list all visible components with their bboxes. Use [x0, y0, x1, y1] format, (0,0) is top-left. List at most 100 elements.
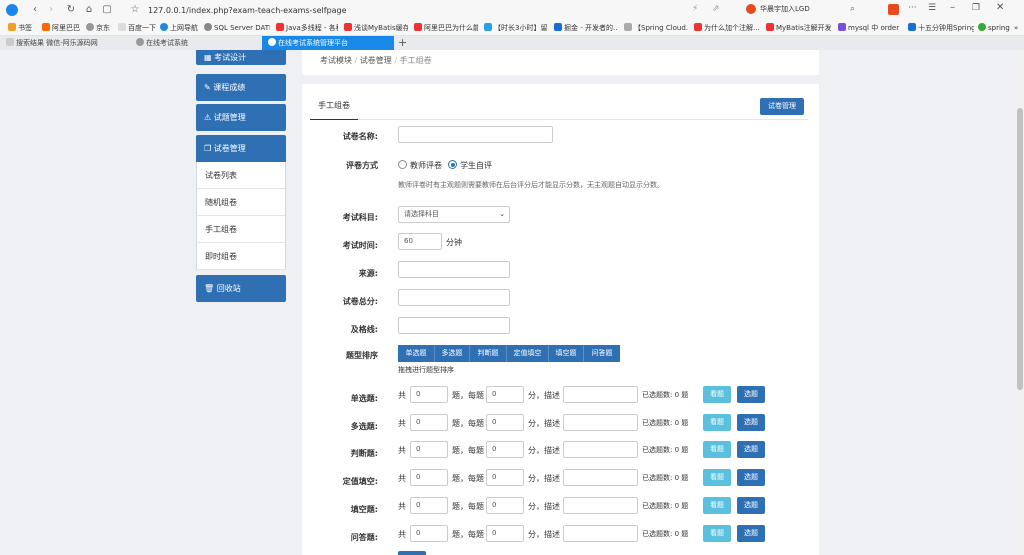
- pick-questions-button[interactable]: 选题: [737, 441, 765, 458]
- tab-exam-system[interactable]: 在线考试系统: [130, 36, 262, 50]
- sidebar-item-paper-manage[interactable]: ❐ 试卷管理: [196, 135, 286, 162]
- more-bookmarks-icon[interactable]: »: [1014, 21, 1018, 35]
- sidebar-item-recycle[interactable]: 🗑 回收站: [196, 275, 286, 302]
- question-score-input[interactable]: 0: [486, 497, 524, 514]
- close-icon[interactable]: ✕: [996, 2, 1004, 13]
- profile-name[interactable]: 华晨宇加入LGD: [760, 4, 810, 15]
- bookmark-item[interactable]: 十五分钟用Spring...: [908, 21, 974, 35]
- sidebar-item-course-score[interactable]: ✎ 课程成绩: [196, 74, 286, 101]
- description-input[interactable]: [563, 525, 638, 542]
- bookmark-item[interactable]: 百度一下: [118, 21, 156, 35]
- bookmark-item[interactable]: 【时长3小时】留下...: [484, 21, 548, 35]
- exam-time-input[interactable]: 60: [398, 233, 442, 250]
- sidebar-subitem-random-paper[interactable]: 随机组卷: [196, 189, 286, 216]
- star-icon[interactable]: ☆: [128, 3, 142, 17]
- subject-select[interactable]: 请选择科目 ⌄: [398, 206, 510, 223]
- radio-student-grading[interactable]: 学生自评: [448, 160, 492, 171]
- menu-icon[interactable]: ☰: [928, 3, 936, 13]
- bookmark-item[interactable]: mysql 中 order by...: [838, 21, 902, 35]
- question-count-input[interactable]: 0: [410, 441, 448, 458]
- tab-exam-admin[interactable]: 在线考试系统管理平台: [262, 36, 394, 50]
- more-icon[interactable]: ···: [908, 3, 917, 13]
- pick-questions-button[interactable]: 选题: [737, 414, 765, 431]
- question-count-input[interactable]: 0: [410, 414, 448, 431]
- bookmark-item[interactable]: MyBatis注解开发...: [766, 21, 832, 35]
- scrollbar-thumb[interactable]: [1017, 108, 1023, 390]
- view-questions-button[interactable]: 看题: [703, 386, 731, 403]
- search-icon[interactable]: ⌕: [850, 4, 855, 14]
- sidebar-item-question-manage[interactable]: ⚠ 试题管理: [196, 104, 286, 131]
- sortable-type-fixed-fill[interactable]: 定值填空: [507, 345, 549, 362]
- sortable-type-judge[interactable]: 判断题: [470, 345, 507, 362]
- bookmark-item[interactable]: Java多线程 - 各种...: [276, 21, 338, 35]
- selected-count-text: 已选题数: 0 题: [642, 446, 689, 454]
- scrollbar[interactable]: [1016, 50, 1024, 555]
- pick-questions-button[interactable]: 选题: [737, 469, 765, 486]
- bookmark-item[interactable]: 上网导航: [160, 21, 198, 35]
- bookmark-item[interactable]: 阿里巴巴为什么能...: [414, 21, 478, 35]
- bookmark-item[interactable]: 【Spring Cloud...: [624, 21, 688, 35]
- view-questions-button[interactable]: 看题: [703, 525, 731, 542]
- question-count-input[interactable]: 0: [410, 469, 448, 486]
- description-input[interactable]: [563, 386, 638, 403]
- bookmark-item[interactable]: 浅谈MyBatis缓存...: [344, 21, 408, 35]
- view-questions-button[interactable]: 看题: [703, 441, 731, 458]
- sidebar-subitem-paper-list[interactable]: 试卷列表: [196, 162, 286, 189]
- question-score-input[interactable]: 0: [486, 441, 524, 458]
- bookmark-item[interactable]: 京东: [86, 21, 110, 35]
- bookmark-item[interactable]: 阿里巴巴: [42, 21, 80, 35]
- question-score-input[interactable]: 0: [486, 414, 524, 431]
- pass-line-input[interactable]: [398, 317, 510, 334]
- new-tab-icon[interactable]: +: [398, 36, 407, 50]
- tab-search-results[interactable]: 搜索结果 微信-阿乐源码网: [0, 36, 130, 50]
- description-input[interactable]: [563, 497, 638, 514]
- bookmark-item[interactable]: 为什么加个注解...: [694, 21, 760, 35]
- reload-icon[interactable]: ↻: [64, 3, 78, 17]
- breadcrumb-item[interactable]: 考试模块: [320, 56, 352, 65]
- paper-name-input[interactable]: [398, 126, 553, 143]
- pick-questions-button[interactable]: 选题: [737, 497, 765, 514]
- address-bar[interactable]: 127.0.0.1/index.php?exam-teach-exams-sel…: [148, 5, 448, 16]
- question-score-input[interactable]: 0: [486, 469, 524, 486]
- question-count-input[interactable]: 0: [410, 497, 448, 514]
- share-icon[interactable]: ⇗: [712, 4, 720, 14]
- radio-teacher-grading[interactable]: 教师评卷: [398, 160, 442, 171]
- submit-button-partial[interactable]: [398, 551, 426, 555]
- bookmark-item[interactable]: spring: [978, 21, 1012, 35]
- description-input[interactable]: [563, 441, 638, 458]
- question-score-input[interactable]: 0: [486, 525, 524, 542]
- translate-icon[interactable]: [888, 4, 899, 15]
- minimize-icon[interactable]: –: [950, 2, 955, 13]
- profile-icon[interactable]: [746, 4, 756, 14]
- sidebar-item-exam-design[interactable]: ▦ 考试设计: [196, 50, 286, 65]
- sidebar-subitem-manual-paper[interactable]: 手工组卷: [196, 216, 286, 243]
- maximize-icon[interactable]: ❐: [972, 3, 980, 13]
- sortable-type-single[interactable]: 单选题: [398, 345, 435, 362]
- forward-icon[interactable]: ›: [44, 3, 58, 17]
- pick-questions-button[interactable]: 选题: [737, 386, 765, 403]
- view-questions-button[interactable]: 看题: [703, 497, 731, 514]
- source-input[interactable]: [398, 261, 510, 278]
- pick-questions-button[interactable]: 选题: [737, 525, 765, 542]
- home-icon[interactable]: ⌂: [82, 3, 96, 17]
- back-icon[interactable]: ‹: [28, 3, 42, 17]
- sortable-type-multiple[interactable]: 多选题: [435, 345, 470, 362]
- breadcrumb-item[interactable]: 试卷管理: [360, 56, 392, 65]
- bookmark-item[interactable]: 掘金 - 开发者的...: [554, 21, 618, 35]
- bookmark-item[interactable]: SQL Server DATE: [204, 21, 270, 35]
- extension-icon[interactable]: ⚡: [692, 4, 698, 14]
- question-count-input[interactable]: 0: [410, 525, 448, 542]
- total-score-input[interactable]: [398, 289, 510, 306]
- paper-manage-button[interactable]: 试卷管理: [760, 98, 804, 115]
- description-input[interactable]: [563, 414, 638, 431]
- sidebar-subitem-instant-paper[interactable]: 即时组卷: [196, 243, 286, 270]
- reader-icon[interactable]: ▢: [100, 3, 114, 17]
- sortable-type-essay[interactable]: 问答题: [584, 345, 620, 362]
- question-count-input[interactable]: 0: [410, 386, 448, 403]
- view-questions-button[interactable]: 看题: [703, 414, 731, 431]
- bookmark-item[interactable]: 书签: [8, 21, 32, 35]
- view-questions-button[interactable]: 看题: [703, 469, 731, 486]
- question-score-input[interactable]: 0: [486, 386, 524, 403]
- description-input[interactable]: [563, 469, 638, 486]
- sortable-type-fill[interactable]: 填空题: [549, 345, 584, 362]
